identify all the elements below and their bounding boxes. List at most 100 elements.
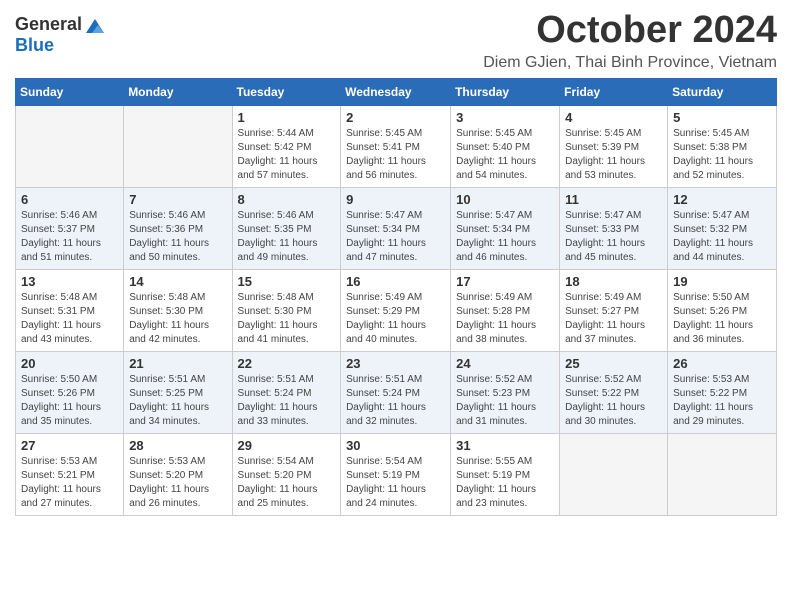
sunrise-text: Sunrise: 5:47 AM	[673, 210, 749, 221]
daylight-text: Daylight: 11 hours and 57 minutes.	[238, 156, 318, 181]
sunrise-text: Sunrise: 5:48 AM	[129, 292, 205, 303]
calendar-day: 9Sunrise: 5:47 AMSunset: 5:34 PMDaylight…	[341, 187, 451, 269]
daylight-text: Daylight: 11 hours and 50 minutes.	[129, 238, 209, 263]
day-number: 17	[456, 274, 554, 289]
logo-text-general: General	[15, 14, 82, 34]
day-info: Sunrise: 5:54 AMSunset: 5:20 PMDaylight:…	[238, 455, 336, 511]
daylight-text: Daylight: 11 hours and 25 minutes.	[238, 484, 318, 509]
sunset-text: Sunset: 5:42 PM	[238, 142, 312, 153]
sunset-text: Sunset: 5:34 PM	[346, 224, 420, 235]
calendar-day: 20Sunrise: 5:50 AMSunset: 5:26 PMDayligh…	[16, 351, 124, 433]
day-number: 9	[346, 192, 445, 207]
sunrise-text: Sunrise: 5:50 AM	[21, 374, 97, 385]
sunset-text: Sunset: 5:28 PM	[456, 306, 530, 317]
day-number: 5	[673, 110, 771, 125]
daylight-text: Daylight: 11 hours and 51 minutes.	[21, 238, 101, 263]
day-number: 14	[129, 274, 226, 289]
daylight-text: Daylight: 11 hours and 33 minutes.	[238, 402, 318, 427]
day-number: 6	[21, 192, 118, 207]
sunset-text: Sunset: 5:30 PM	[129, 306, 203, 317]
logo-general: General	[15, 14, 106, 37]
day-number: 7	[129, 192, 226, 207]
sunrise-text: Sunrise: 5:47 AM	[456, 210, 532, 221]
day-number: 12	[673, 192, 771, 207]
day-number: 19	[673, 274, 771, 289]
day-number: 10	[456, 192, 554, 207]
sunrise-text: Sunrise: 5:53 AM	[673, 374, 749, 385]
day-info: Sunrise: 5:54 AMSunset: 5:19 PMDaylight:…	[346, 455, 445, 511]
calendar-day: 8Sunrise: 5:46 AMSunset: 5:35 PMDaylight…	[232, 187, 341, 269]
day-number: 31	[456, 438, 554, 453]
sunset-text: Sunset: 5:34 PM	[456, 224, 530, 235]
day-info: Sunrise: 5:51 AMSunset: 5:25 PMDaylight:…	[129, 373, 226, 429]
daylight-text: Daylight: 11 hours and 38 minutes.	[456, 320, 536, 345]
day-info: Sunrise: 5:51 AMSunset: 5:24 PMDaylight:…	[238, 373, 336, 429]
calendar-day: 31Sunrise: 5:55 AMSunset: 5:19 PMDayligh…	[451, 433, 560, 515]
day-number: 24	[456, 356, 554, 371]
daylight-text: Daylight: 11 hours and 30 minutes.	[565, 402, 645, 427]
sunset-text: Sunset: 5:39 PM	[565, 142, 639, 153]
day-info: Sunrise: 5:48 AMSunset: 5:31 PMDaylight:…	[21, 291, 118, 347]
sunrise-text: Sunrise: 5:44 AM	[238, 128, 314, 139]
sunrise-text: Sunrise: 5:45 AM	[346, 128, 422, 139]
sunrise-text: Sunrise: 5:49 AM	[565, 292, 641, 303]
calendar-day: 1Sunrise: 5:44 AMSunset: 5:42 PMDaylight…	[232, 105, 341, 187]
sunset-text: Sunset: 5:22 PM	[565, 388, 639, 399]
calendar-week-row: 1Sunrise: 5:44 AMSunset: 5:42 PMDaylight…	[16, 105, 777, 187]
day-number: 15	[238, 274, 336, 289]
logo: General Blue	[15, 14, 106, 56]
calendar-day: 4Sunrise: 5:45 AMSunset: 5:39 PMDaylight…	[560, 105, 668, 187]
daylight-text: Daylight: 11 hours and 41 minutes.	[238, 320, 318, 345]
day-info: Sunrise: 5:52 AMSunset: 5:23 PMDaylight:…	[456, 373, 554, 429]
calendar-day: 22 Sunrise: 5:51 AMSunset: 5:24 PMDayligh…	[232, 351, 341, 433]
daylight-text: Daylight: 11 hours and 24 minutes.	[346, 484, 426, 509]
daylight-text: Daylight: 11 hours and 29 minutes.	[673, 402, 753, 427]
sunset-text: Sunset: 5:37 PM	[21, 224, 95, 235]
daylight-text: Daylight: 11 hours and 49 minutes.	[238, 238, 318, 263]
calendar-day: 29Sunrise: 5:54 AMSunset: 5:20 PMDayligh…	[232, 433, 341, 515]
day-number: 23	[346, 356, 445, 371]
sunset-text: Sunset: 5:29 PM	[346, 306, 420, 317]
sunset-text: Sunset: 5:32 PM	[673, 224, 747, 235]
sunrise-text: Sunrise: 5:51 AM	[129, 374, 205, 385]
calendar-day: 5 Sunrise: 5:45 AMSunset: 5:38 PMDaylight…	[668, 105, 777, 187]
day-info: Sunrise: 5:49 AMSunset: 5:29 PMDaylight:…	[346, 291, 445, 347]
day-info: Sunrise: 5:46 AMSunset: 5:36 PMDaylight:…	[129, 209, 226, 265]
calendar-day-empty	[560, 433, 668, 515]
day-info: Sunrise: 5:47 AMSunset: 5:34 PMDaylight:…	[456, 209, 554, 265]
sunrise-text: Sunrise: 5:52 AM	[456, 374, 532, 385]
calendar-header-row: Sunday Monday Tuesday Wednesday Thursday…	[16, 78, 777, 105]
calendar-day: 27Sunrise: 5:53 AMSunset: 5:21 PMDayligh…	[16, 433, 124, 515]
calendar-day: 15 Sunrise: 5:48 AMSunset: 5:30 PMDayligh…	[232, 269, 341, 351]
day-info: Sunrise: 5:45 AMSunset: 5:38 PMDaylight:…	[673, 127, 771, 183]
sunrise-text: Sunrise: 5:49 AM	[346, 292, 422, 303]
day-number: 16	[346, 274, 445, 289]
sunset-text: Sunset: 5:21 PM	[21, 470, 95, 481]
daylight-text: Daylight: 11 hours and 26 minutes.	[129, 484, 209, 509]
sunset-text: Sunset: 5:19 PM	[456, 470, 530, 481]
calendar-day: 19Sunrise: 5:50 AMSunset: 5:26 PMDayligh…	[668, 269, 777, 351]
day-number: 18	[565, 274, 662, 289]
day-info: Sunrise: 5:53 AMSunset: 5:22 PMDaylight:…	[673, 373, 771, 429]
sunset-text: Sunset: 5:19 PM	[346, 470, 420, 481]
calendar-week-row: 20Sunrise: 5:50 AMSunset: 5:26 PMDayligh…	[16, 351, 777, 433]
calendar-day: 11Sunrise: 5:47 AMSunset: 5:33 PMDayligh…	[560, 187, 668, 269]
sunrise-text: Sunrise: 5:46 AM	[238, 210, 314, 221]
calendar-day: 24Sunrise: 5:52 AMSunset: 5:23 PMDayligh…	[451, 351, 560, 433]
calendar-day: 14 Sunrise: 5:48 AM Sunset: 5:30 PM Dayligh…	[124, 269, 232, 351]
day-info: Sunrise: 5:47 AM Sunset: 5:32 PM Daylight:…	[673, 209, 771, 265]
sunset-text: Sunset: 5:41 PM	[346, 142, 420, 153]
day-info: Sunrise: 5:48 AMSunset: 5:30 PMDaylight:…	[238, 291, 336, 347]
sunset-text: Sunset: 5:30 PM	[238, 306, 312, 317]
daylight-text: Daylight: 11 hours and 44 minutes.	[673, 238, 753, 263]
sunrise-text: Sunrise: 5:53 AM	[129, 456, 205, 467]
day-number: 22	[238, 356, 336, 371]
sunset-text: Sunset: 5:23 PM	[456, 388, 530, 399]
calendar-day: 12 Sunrise: 5:47 AM Sunset: 5:32 PM Dayligh…	[668, 187, 777, 269]
daylight-text: Daylight: 11 hours and 23 minutes.	[456, 484, 536, 509]
month-title: October 2024	[483, 10, 777, 52]
title-section: October 2024 Diem GJien, Thai Binh Provi…	[483, 10, 777, 72]
day-number: 28	[129, 438, 226, 453]
daylight-text: Daylight: 11 hours and 42 minutes.	[129, 320, 209, 345]
day-info: Sunrise: 5:51 AMSunset: 5:24 PMDaylight:…	[346, 373, 445, 429]
